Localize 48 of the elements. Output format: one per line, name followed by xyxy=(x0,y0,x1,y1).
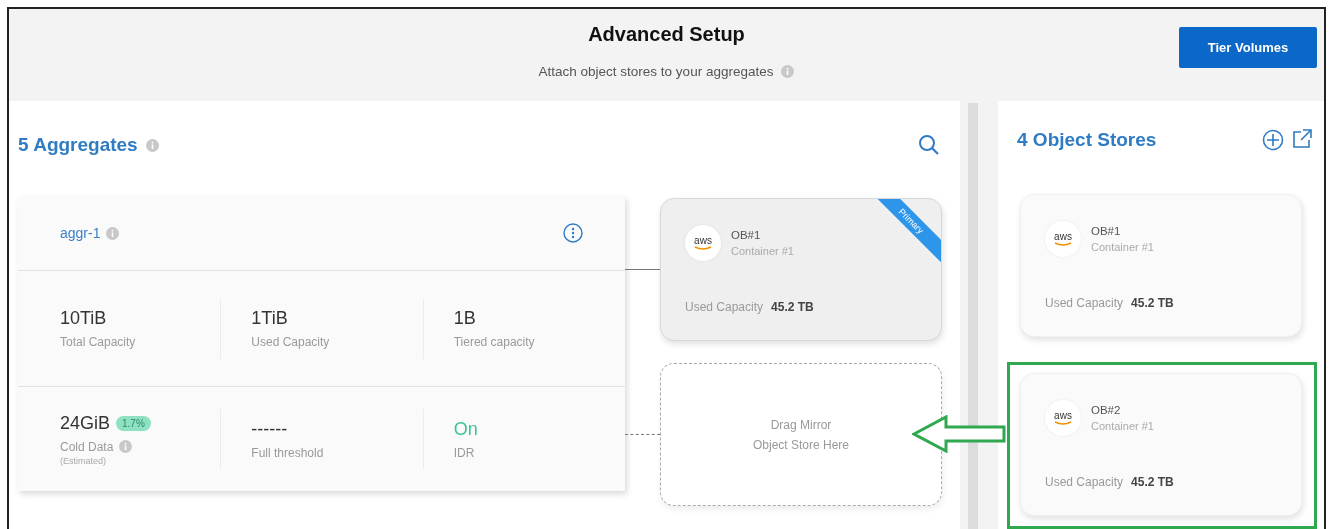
store-name: OB#1 xyxy=(1091,225,1122,237)
provider-logo: aws xyxy=(1045,221,1081,257)
stat-label: Tiered capacity xyxy=(453,335,535,349)
search-icon[interactable] xyxy=(918,134,940,156)
aggregates-title: 5 Aggregates xyxy=(18,134,138,156)
more-options-icon[interactable] xyxy=(563,223,583,243)
container-name: Container #1 xyxy=(1091,420,1154,432)
object-store-card[interactable]: aws OB#2 Container #1 Used Capacity 45.2 TB xyxy=(1020,373,1302,516)
drop-zone-text: Drag Mirror xyxy=(770,417,832,432)
stat-label: IDR xyxy=(453,445,475,460)
page-title: Advanced Setup xyxy=(588,23,745,46)
object-store-card[interactable]: aws OB#1 Container #1 Used Capacity 45.2 TB xyxy=(1020,194,1302,337)
container-name: Container #1 xyxy=(1091,241,1154,253)
capacity-label: Used Capacity xyxy=(1045,296,1124,310)
capacity-label: Used Capacity xyxy=(685,300,764,314)
info-icon[interactable] xyxy=(145,138,159,152)
stat-value: ------ xyxy=(251,418,288,440)
stat-value: 24GiB xyxy=(60,412,111,434)
stat-value: On xyxy=(453,418,478,440)
stat-value: 1B xyxy=(453,308,476,329)
stat-label: Full threshold xyxy=(251,445,324,460)
page-subtitle: Attach object stores to your aggregates xyxy=(538,64,774,79)
percent-badge: 1.7% xyxy=(116,415,151,431)
info-icon[interactable] xyxy=(119,440,133,453)
stat-value: 10TiB xyxy=(60,308,107,329)
provider-logo: aws xyxy=(1045,400,1081,436)
info-icon[interactable] xyxy=(781,65,795,78)
stat-value: 1TiB xyxy=(251,308,288,329)
store-name: OB#1 xyxy=(731,229,762,241)
info-icon[interactable] xyxy=(106,226,120,240)
drop-zone-text: Object Store Here xyxy=(752,437,849,452)
provider-logo: aws xyxy=(685,225,721,261)
external-link-icon[interactable] xyxy=(1292,128,1312,151)
aggregate-name[interactable]: aggr-1 xyxy=(60,225,101,241)
capacity-value: 45.2 TB xyxy=(1131,296,1174,310)
capacity-value: 45.2 TB xyxy=(1131,475,1174,489)
stat-note: (Estimated) xyxy=(60,455,107,466)
stat-label: Used Capacity xyxy=(251,335,330,349)
object-stores-title: 4 Object Stores xyxy=(1017,128,1157,151)
add-icon[interactable] xyxy=(1262,128,1284,151)
scrollbar[interactable] xyxy=(968,103,978,529)
store-name: OB#2 xyxy=(1091,404,1122,416)
stat-label: Cold Data xyxy=(60,439,114,454)
capacity-value: 45.2 TB xyxy=(771,300,814,314)
container-name: Container #1 xyxy=(731,245,794,257)
stat-label: Total Capacity xyxy=(60,335,136,349)
tier-volumes-button[interactable]: Tier Volumes xyxy=(1179,27,1317,68)
capacity-label: Used Capacity xyxy=(1045,475,1124,489)
